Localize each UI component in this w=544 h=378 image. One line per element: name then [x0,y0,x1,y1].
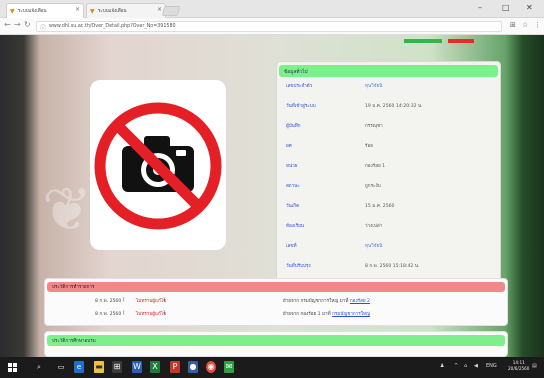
detail-row: ผู้บันทึก กรรณุชา [281,119,496,133]
detail-row: ห้องเรียน ว่างเปล่า [281,219,496,233]
training-header: ประวัติการศึกษาอบรม [47,335,505,346]
url-bar[interactable]: ⓘ www.dhl.su.ac.th/Over_Detail.php?Over_… [36,21,502,32]
history-row: 8 ก.พ. 2560 [ ไม่ทราบผู้แก้ไข ] ย้ายจาก … [95,298,370,305]
top-red-bar [448,39,474,43]
row-value: 19 ม.ค. 2560 14:20:32 น. [365,104,423,109]
tab-title: ระบบแจ้งเตือน [98,9,127,14]
row-label: วันเกิด [286,204,300,209]
close-window-button[interactable]: ✕ [526,3,533,12]
forward-icon[interactable]: → [14,20,21,29]
detail-header: ข้อมูลทั่วไป [279,65,498,77]
detail-row: สถานะ ถูกระงับ [281,179,496,193]
row-label: ยศ [286,144,292,149]
row-value: ว่างเปล่า [365,224,383,229]
row-value: กองร้อย 1 [365,164,386,169]
history-message: ย้ายจาก กองร้อย 1 มาที่ กรมบัญชาการใหญ่ [283,312,370,317]
profile-photo [90,80,226,250]
history-header: ประวัติการทำรายการ [47,282,505,292]
tray-arrow-icon[interactable]: ^ [454,363,458,369]
history-row: 8 ก.พ. 2560 [ ไม่ทราบผู้แก้ไข ] ย้ายจาก … [95,311,370,318]
history-status-link[interactable]: ไม่ทราบผู้แก้ไข [136,311,166,318]
file-explorer-icon[interactable]: ▬ [94,361,104,373]
tab-close-icon[interactable]: × [75,6,80,13]
minimize-button[interactable]: – [478,3,482,12]
row-value-link[interactable]: ทุนวิจัยนิ [365,243,382,250]
row-label: หน่วย [286,164,298,169]
tab-favicon-icon: ▼ [10,8,15,15]
detail-row: เลขประจำตัว ทุนวิจัยนิ [281,79,496,93]
people-icon[interactable]: ♟ [440,363,444,369]
row-value: ร้อย [365,144,373,149]
history-date: 8 ก.พ. 2560 [95,299,122,304]
search-icon[interactable]: ⌕ [34,361,44,373]
row-label: เลขประจำตัว [286,84,313,89]
restore-button[interactable]: □ [502,3,510,12]
row-value: กรรณุชา [365,124,383,129]
notifications-icon[interactable]: ▤ [532,363,537,369]
browser-tab-1[interactable]: ▼ ระบบแจ้งเตือน × [6,3,84,18]
bookmark-star-icon[interactable]: ☆ [522,21,528,29]
row-value: 15 ม.ค. 2560 [365,204,395,209]
url-text: www.dhl.su.ac.th/Over_Detail.php?Over_No… [49,24,176,29]
volume-icon[interactable]: ◀ [474,363,478,369]
detail-row: หน่วย กองร้อย 1 [281,159,496,173]
site-info-icon[interactable]: ⓘ [40,23,46,32]
back-icon[interactable]: ← [4,20,11,29]
excel-icon[interactable]: X [150,361,160,373]
powerpoint-icon[interactable]: P [170,361,180,373]
detail-row: วันที่เข้าสู่ระบบ 19 ม.ค. 2560 14:20:32 … [281,99,496,113]
row-value: 8 ก.พ. 2560 15:18:42 น. [365,264,420,269]
detail-row: ยศ ร้อย [281,139,496,153]
history-status-link[interactable]: ไม่ทราบผู้แก้ไข [136,298,166,305]
row-label: เลขที่ [286,244,297,249]
tab-title: ระบบแจ้งเตือน [18,9,47,14]
tab-favicon-icon: ▼ [90,8,95,15]
app-icon[interactable]: ● [188,361,198,373]
tab-close-icon[interactable]: × [157,6,162,13]
top-green-bar [404,39,442,43]
menu-icon[interactable]: ⋮ [534,21,541,29]
taskbar: ⌕ ▭ e ▬ ⊞ W X P ● ◉ ✉ ♟ ^ ⌂ ◀ ENG 14:11 … [0,357,544,378]
word-icon[interactable]: W [132,361,142,373]
network-icon[interactable]: ⌂ [464,363,467,369]
chrome-icon[interactable]: ◉ [206,361,216,373]
reload-icon[interactable]: ↻ [24,20,31,29]
history-panel: ประวัติการทำรายการ 8 ก.พ. 2560 [ ไม่ทราบ… [44,278,508,326]
new-tab-button[interactable] [161,6,181,16]
page-content: ❦ ข้อมูลทั่วไป เลขประจำตัว ทุนวิจัยนิ วั… [0,35,544,357]
history-date: 8 ก.พ. 2560 [95,312,122,317]
row-label: สถานะ [286,184,300,189]
task-view-icon[interactable]: ▭ [56,361,66,373]
translate-icon[interactable]: ⊞ [510,21,516,29]
detail-row: วันเกิด 15 ม.ค. 2560 [281,199,496,213]
row-label: ผู้บันทึก [286,124,301,129]
history-target-link[interactable]: กรมบัญชาการใหญ่ [332,312,370,317]
row-value: ถูกระงับ [365,184,381,189]
row-label: ห้องเรียน [286,224,304,229]
store-icon[interactable]: ⊞ [112,361,122,373]
row-label: วันที่เข้าสู่ระบบ [286,104,316,109]
decorative-swirl: ❦ [42,175,93,245]
no-camera-icon [94,102,222,230]
line-icon[interactable]: ✉ [224,361,234,373]
row-value-link[interactable]: ทุนวิจัยนิ [365,83,382,90]
edge-icon[interactable]: e [74,361,84,373]
history-message: ย้ายจาก กรมบัญชาการใหญ่ มาที่ กองร้อย 2 [283,299,370,304]
clock-date: 20/6/2560 [508,366,530,371]
browser-toolbar: ← → ↻ ⓘ www.dhl.su.ac.th/Over_Detail.php… [0,18,544,35]
training-panel: ประวัติการศึกษาอบรม [44,331,508,357]
row-label: วันที่ปรับปรุง [286,264,311,269]
browser-tabbar: ▼ ระบบแจ้งเตือน × ▼ ระบบแจ้งเตือน × – □ … [0,0,544,18]
browser-tab-2[interactable]: ▼ ระบบแจ้งเตือน × [86,3,166,18]
detail-panel: ข้อมูลทั่วไป เลขประจำตัว ทุนวิจัยนิ วันท… [276,61,501,303]
history-target-link[interactable]: กองร้อย 2 [350,299,370,304]
detail-row: วันที่ปรับปรุง 8 ก.พ. 2560 15:18:42 น. [281,259,496,273]
language-indicator[interactable]: ENG [486,363,497,369]
clock[interactable]: 14:11 20/6/2560 [508,360,529,372]
windows-start-icon[interactable] [8,363,17,372]
detail-row: เลขที่ ทุนวิจัยนิ [281,239,496,253]
